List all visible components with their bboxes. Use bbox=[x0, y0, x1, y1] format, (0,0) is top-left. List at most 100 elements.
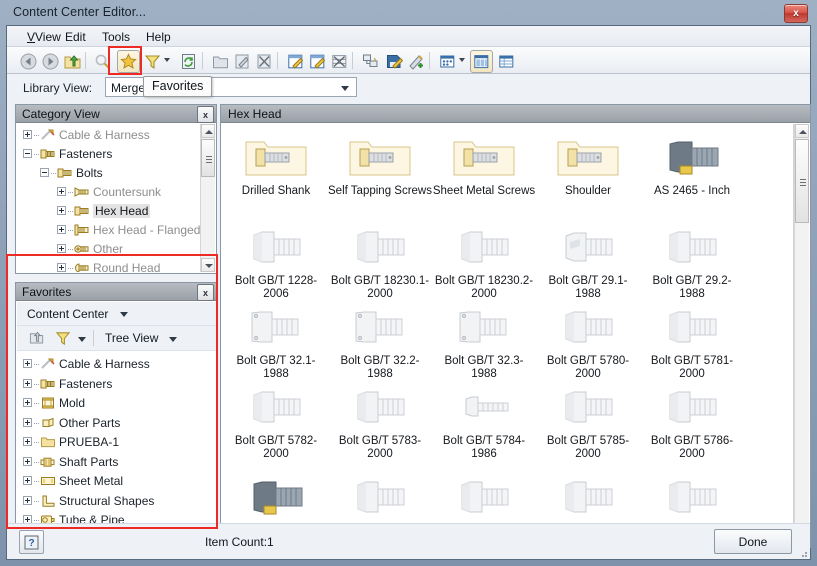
save-pencil-icon[interactable] bbox=[383, 50, 406, 73]
expand-plus-icon[interactable] bbox=[57, 225, 66, 234]
content-item[interactable] bbox=[536, 470, 640, 525]
tree-item[interactable]: Countersunk bbox=[17, 183, 215, 202]
tree-item[interactable]: Hex Head bbox=[17, 202, 215, 221]
expand-plus-icon[interactable] bbox=[23, 456, 32, 466]
view-options-dropdown-arrow-icon[interactable] bbox=[459, 58, 465, 62]
expand-plus-icon[interactable] bbox=[23, 437, 32, 446]
content-item[interactable]: Bolt GB/T 5785-2000 bbox=[536, 380, 640, 461]
content-item[interactable]: Bolt GB/T 32.3-1988 bbox=[432, 300, 536, 381]
content-item[interactable]: Self Tapping Screws bbox=[328, 130, 432, 198]
content-item[interactable] bbox=[224, 470, 328, 525]
content-item[interactable]: Bolt GB/T 29.1-1988 bbox=[536, 220, 640, 301]
category-tree-scrollbar[interactable] bbox=[200, 124, 215, 272]
up-folder-icon[interactable] bbox=[61, 50, 84, 73]
favorites-source-dropdown-arrow-icon[interactable] bbox=[120, 312, 128, 317]
content-item[interactable] bbox=[328, 470, 432, 525]
tree-item[interactable]: Other Parts bbox=[17, 414, 216, 433]
category-tree[interactable]: Cable & Harness Fasteners Bolts Countersunk… bbox=[17, 124, 215, 272]
tree-item[interactable]: Cable & Harness bbox=[17, 126, 215, 145]
expand-plus-icon[interactable] bbox=[23, 495, 32, 505]
items-scrollbar[interactable] bbox=[794, 124, 809, 546]
edit-family-table-icon[interactable] bbox=[306, 50, 329, 73]
refresh-icon[interactable] bbox=[177, 50, 200, 73]
expand-plus-icon[interactable] bbox=[57, 244, 66, 253]
new-folder-icon[interactable] bbox=[209, 50, 232, 73]
edit-family-icon[interactable] bbox=[284, 50, 307, 73]
expand-plus-icon[interactable] bbox=[57, 263, 66, 272]
family-table-delete-icon[interactable] bbox=[328, 50, 351, 73]
content-item[interactable]: Bolt GB/T 29.2-1988 bbox=[640, 220, 744, 301]
tree-item[interactable]: Sheet Metal bbox=[17, 472, 216, 491]
list-view-icon[interactable] bbox=[470, 50, 493, 73]
tree-item[interactable]: Shaft Parts bbox=[17, 453, 216, 472]
items-scroll-thumb[interactable] bbox=[795, 139, 809, 223]
tree-item[interactable]: Fasteners bbox=[17, 145, 215, 164]
expand-plus-icon[interactable] bbox=[23, 417, 32, 427]
content-item[interactable]: Drilled Shank bbox=[224, 130, 328, 198]
category-view-close-button[interactable]: x bbox=[197, 106, 214, 123]
forward-icon[interactable] bbox=[39, 50, 62, 73]
delete-document-icon[interactable] bbox=[253, 50, 276, 73]
content-item[interactable]: Sheet Metal Screws bbox=[432, 130, 536, 198]
tree-item[interactable]: Structural Shapes bbox=[17, 492, 216, 511]
content-item[interactable]: Shoulder bbox=[536, 130, 640, 198]
tree-item[interactable]: Cable & Harness bbox=[17, 355, 216, 374]
tree-item[interactable]: Hex Head - Flanged bbox=[17, 221, 215, 240]
favorites-tree[interactable]: Cable & Harness Fasteners Mold Other Parts P… bbox=[17, 351, 216, 546]
menu-edit[interactable]: Edit bbox=[59, 29, 92, 45]
expand-plus-icon[interactable] bbox=[23, 476, 32, 485]
expand-plus-icon[interactable] bbox=[57, 187, 66, 196]
publish-icon[interactable] bbox=[405, 50, 428, 73]
content-item[interactable]: Bolt GB/T 5783-2000 bbox=[328, 380, 432, 461]
content-item[interactable]: Bolt GB/T 5784-1986 bbox=[432, 380, 536, 461]
back-icon[interactable] bbox=[17, 50, 40, 73]
expand-plus-icon[interactable] bbox=[23, 378, 32, 388]
expand-plus-icon[interactable] bbox=[57, 206, 66, 215]
expand-plus-icon[interactable] bbox=[23, 398, 32, 407]
done-button[interactable]: Done bbox=[714, 529, 792, 554]
collapse-minus-icon[interactable] bbox=[40, 168, 49, 177]
content-item[interactable]: Bolt GB/T 1228-2006 bbox=[224, 220, 328, 301]
favorites-add-icon[interactable] bbox=[29, 330, 45, 349]
items-grid[interactable]: Drilled Shank Self Tapping Screws Sheet Me… bbox=[222, 124, 794, 546]
help-button[interactable]: ? bbox=[19, 530, 44, 554]
content-item[interactable]: Bolt GB/T 5782-2000 bbox=[224, 380, 328, 461]
content-item[interactable]: Bolt GB/T 18230.2-2000 bbox=[432, 220, 536, 301]
content-item[interactable] bbox=[432, 470, 536, 525]
expand-plus-icon[interactable] bbox=[23, 130, 32, 139]
tree-item[interactable]: PRUEBA-1 bbox=[17, 433, 216, 452]
scroll-down-arrow-icon[interactable] bbox=[201, 258, 215, 272]
favorites-filter-funnel-icon[interactable] bbox=[55, 330, 71, 349]
favorites-view-mode-label[interactable]: Tree View bbox=[105, 331, 158, 345]
scroll-up-arrow-icon[interactable] bbox=[201, 124, 215, 138]
content-item[interactable]: AS 2465 - Inch bbox=[640, 130, 744, 198]
menu-tools[interactable]: Tools bbox=[96, 29, 136, 45]
favorites-close-button[interactable]: x bbox=[197, 284, 214, 301]
window-close-button[interactable]: x bbox=[784, 4, 808, 23]
detail-view-icon[interactable] bbox=[495, 50, 518, 73]
content-item[interactable]: Bolt GB/T 5781-2000 bbox=[640, 300, 744, 381]
menu-help[interactable]: Help bbox=[140, 29, 177, 45]
collapse-minus-icon[interactable] bbox=[23, 149, 32, 158]
copy-family-icon[interactable] bbox=[359, 50, 382, 73]
favorites-view-mode-dropdown-arrow-icon[interactable] bbox=[169, 337, 177, 342]
tree-item[interactable]: Bolts bbox=[17, 164, 215, 183]
resize-grip[interactable] bbox=[797, 547, 807, 557]
favorites-filter-dropdown-arrow-icon[interactable] bbox=[78, 337, 86, 342]
content-item[interactable]: Bolt GB/T 32.1-1988 bbox=[224, 300, 328, 381]
content-item[interactable]: Bolt GB/T 5786-2000 bbox=[640, 380, 744, 461]
view-options-icon[interactable] bbox=[436, 50, 459, 73]
content-item[interactable]: Bolt GB/T 18230.1-2000 bbox=[328, 220, 432, 301]
expand-plus-icon[interactable] bbox=[23, 359, 32, 368]
search-icon[interactable] bbox=[91, 50, 114, 73]
content-item[interactable] bbox=[640, 470, 744, 525]
tree-item[interactable]: Mold bbox=[17, 394, 216, 413]
tree-item[interactable]: Fasteners bbox=[17, 375, 216, 394]
filter-dropdown-arrow-icon[interactable] bbox=[164, 58, 170, 62]
filter-funnel-icon[interactable] bbox=[141, 50, 164, 73]
favorites-star-icon[interactable] bbox=[117, 50, 140, 73]
edit-document-icon[interactable] bbox=[231, 50, 254, 73]
tree-item[interactable]: Round Head bbox=[17, 259, 215, 272]
items-scroll-up-arrow-icon[interactable] bbox=[795, 124, 809, 138]
content-item[interactable]: Bolt GB/T 5780-2000 bbox=[536, 300, 640, 381]
